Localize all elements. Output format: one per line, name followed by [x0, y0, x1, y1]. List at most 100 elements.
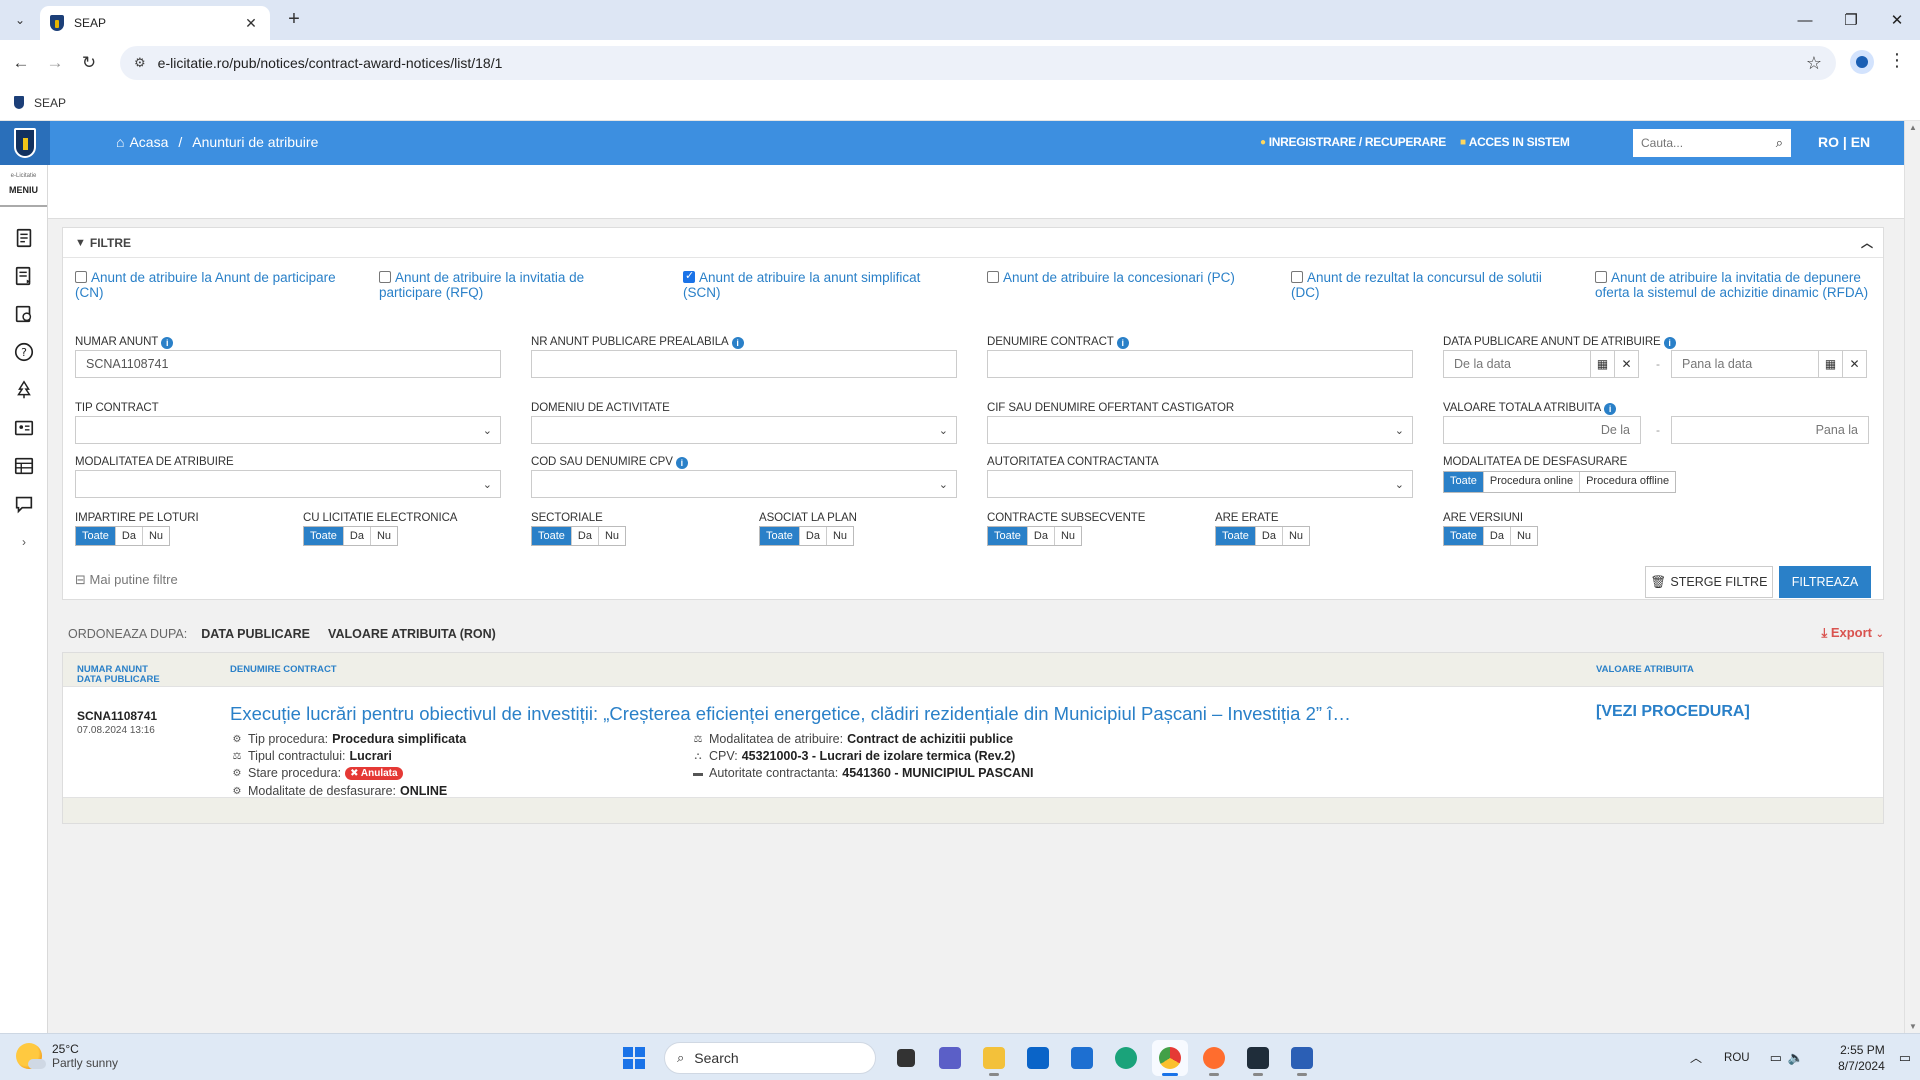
contact-card-icon[interactable]	[0, 409, 48, 447]
checkbox-rfda-box[interactable]	[1595, 271, 1607, 283]
toggle-nu[interactable]: Nu	[1054, 527, 1082, 545]
checkbox-dc[interactable]: Anunt de rezultat la concursul de soluti…	[1291, 270, 1561, 300]
chat-icon[interactable]	[0, 485, 48, 523]
desfasurare-online[interactable]: Procedura online	[1483, 472, 1581, 492]
desfasurare-toate[interactable]: Toate	[1444, 472, 1484, 492]
clear-date-from-icon[interactable]: ✕	[1615, 350, 1639, 378]
toggle-nu[interactable]: Nu	[1282, 527, 1310, 545]
checkbox-pc-box[interactable]	[987, 271, 999, 283]
date-from-input[interactable]: De la data	[1443, 350, 1591, 378]
info-icon[interactable]: i	[1604, 403, 1617, 415]
toggle-toate[interactable]: Toate	[76, 527, 116, 545]
notices-icon[interactable]	[0, 219, 48, 257]
file-explorer-icon[interactable]	[976, 1040, 1012, 1076]
cpv-select[interactable]: ⌄	[531, 470, 957, 498]
denumire-contract-input[interactable]	[987, 350, 1413, 378]
expand-menu-icon[interactable]: ›	[0, 523, 48, 561]
valoare-from-input[interactable]: De la	[1443, 416, 1641, 444]
row-contract-title-link[interactable]: Execuție lucrări pentru obiectivul de in…	[230, 703, 1360, 725]
col-denumire-contract[interactable]: DENUMIRE CONTRACT	[230, 665, 337, 675]
modalitate-atribuire-select[interactable]: ⌄	[75, 470, 501, 498]
new-tab-icon[interactable]: +	[282, 8, 306, 32]
weather-widget[interactable]: 25°C Partly sunny	[16, 1042, 118, 1070]
filter-button[interactable]: FILTREAZA	[1779, 566, 1871, 598]
toggle-da[interactable]: Da	[115, 527, 143, 545]
seap-logo[interactable]	[0, 121, 50, 165]
col-valoare-atribuita[interactable]: VALOARE ATRIBUITA	[1596, 665, 1694, 675]
cif-select[interactable]: ⌄	[987, 416, 1413, 444]
input-language[interactable]: ROU	[1724, 1052, 1750, 1064]
catalog-icon[interactable]	[0, 295, 48, 333]
calendar-grid-icon[interactable]	[0, 447, 48, 485]
date-to-input[interactable]: Pana la data	[1671, 350, 1819, 378]
checkbox-rfda-label[interactable]: Anunt de atribuire la invitatia de depun…	[1595, 270, 1868, 300]
clear-date-to-icon[interactable]: ✕	[1843, 350, 1867, 378]
info-icon[interactable]: i	[675, 457, 688, 469]
taskbar-search[interactable]: ⌕ Search	[664, 1042, 876, 1074]
tab-search-icon[interactable]: ⌄	[8, 9, 32, 31]
col-numar-anunt[interactable]: NUMAR ANUNT DATA PUBLICARE	[77, 665, 160, 685]
back-icon[interactable]: ←	[8, 50, 34, 76]
toggle-toate[interactable]: Toate	[532, 527, 572, 545]
register-link[interactable]: ● INREGISTRARE / RECUPERARE	[1260, 135, 1446, 149]
store-icon[interactable]	[1064, 1040, 1100, 1076]
firefox-icon[interactable]	[1196, 1040, 1232, 1076]
breadcrumb-home[interactable]: Acasa	[129, 134, 168, 150]
checkbox-pc[interactable]: Anunt de atribuire la concesionari (PC)	[987, 270, 1257, 285]
bookmark-star-icon[interactable]: ☆	[1806, 53, 1822, 74]
toggle-da[interactable]: Da	[1483, 527, 1511, 545]
url-text[interactable]: e-licitatie.ro/pub/notices/contract-awar…	[158, 55, 1806, 71]
checkbox-scn[interactable]: Anunt de atribuire la anunt simplificat …	[683, 269, 953, 300]
toggle-da[interactable]: Da	[343, 527, 371, 545]
checkbox-scn-label[interactable]: Anunt de atribuire la anunt simplificat …	[683, 270, 920, 300]
checkbox-dc-label[interactable]: Anunt de rezultat la concursul de soluti…	[1291, 270, 1542, 300]
filters-header[interactable]: ▼ FILTRE ︿	[63, 228, 1883, 258]
show-hidden-icons-icon[interactable]: ︿	[1690, 1049, 1702, 1066]
info-icon[interactable]: i	[1663, 337, 1676, 349]
fewer-filters-link[interactable]: ⊟ Mai putine filtre	[75, 572, 178, 588]
tree-icon[interactable]	[0, 371, 48, 409]
minimize-icon[interactable]: —	[1782, 0, 1828, 40]
info-icon[interactable]: i	[1116, 337, 1129, 349]
numar-anunt-input[interactable]: SCNA1108741	[75, 350, 501, 378]
view-procedure-link[interactable]: [VEZI PROCEDURA]	[1596, 703, 1750, 721]
list-icon[interactable]	[0, 257, 48, 295]
word-icon[interactable]	[1284, 1040, 1320, 1076]
help-icon[interactable]: ?	[0, 333, 48, 371]
toggle-toate[interactable]: Toate	[1444, 527, 1484, 545]
checkbox-rfq[interactable]: Anunt de atribuire la invitatia de parti…	[379, 270, 649, 300]
toggle-toate[interactable]: Toate	[988, 527, 1028, 545]
toggle-nu[interactable]: Nu	[142, 527, 170, 545]
nr-prealabila-input[interactable]	[531, 350, 957, 378]
home-icon[interactable]: ⌂	[116, 134, 124, 150]
info-icon[interactable]: i	[161, 337, 174, 349]
toggle-toate[interactable]: Toate	[304, 527, 344, 545]
toggle-nu[interactable]: Nu	[826, 527, 854, 545]
outlook-icon[interactable]	[1020, 1040, 1056, 1076]
terminal-app-icon[interactable]	[1240, 1040, 1276, 1076]
toggle-da[interactable]: Da	[1255, 527, 1283, 545]
calendar-to-icon[interactable]: ▦	[1819, 350, 1843, 378]
notification-icon[interactable]: ▭	[1899, 1050, 1911, 1066]
checkbox-rfq-label[interactable]: Anunt de atribuire la invitatia de parti…	[379, 270, 584, 300]
valoare-to-input[interactable]: Pana la	[1671, 416, 1869, 444]
info-icon[interactable]: i	[731, 337, 744, 349]
checkbox-cn[interactable]: Anunt de atribuire la Anunt de participa…	[75, 270, 345, 300]
tip-contract-select[interactable]: ⌄	[75, 416, 501, 444]
language-switch[interactable]: RO | EN	[1818, 134, 1870, 150]
menu-label[interactable]: MENIU	[0, 185, 47, 207]
bookmark-seap[interactable]: SEAP	[34, 96, 66, 110]
checkbox-scn-box[interactable]	[683, 269, 695, 284]
task-view-icon[interactable]	[888, 1040, 924, 1076]
clock[interactable]: 2:55 PM 8/7/2024	[1838, 1042, 1885, 1074]
domeniu-select[interactable]: ⌄	[531, 416, 957, 444]
search-icon[interactable]: ⌕	[1776, 135, 1783, 151]
toggle-nu[interactable]: Nu	[1510, 527, 1538, 545]
search-input[interactable]	[1641, 136, 1776, 150]
checkbox-cn-label[interactable]: Anunt de atribuire la Anunt de participa…	[75, 270, 336, 300]
scroll-up-icon[interactable]: ▲	[1909, 123, 1917, 132]
tab-close-icon[interactable]: ✕	[242, 15, 260, 32]
scroll-down-icon[interactable]: ▼	[1909, 1022, 1917, 1031]
toggle-da[interactable]: Da	[1027, 527, 1055, 545]
desfasurare-offline[interactable]: Procedura offline	[1580, 472, 1676, 492]
